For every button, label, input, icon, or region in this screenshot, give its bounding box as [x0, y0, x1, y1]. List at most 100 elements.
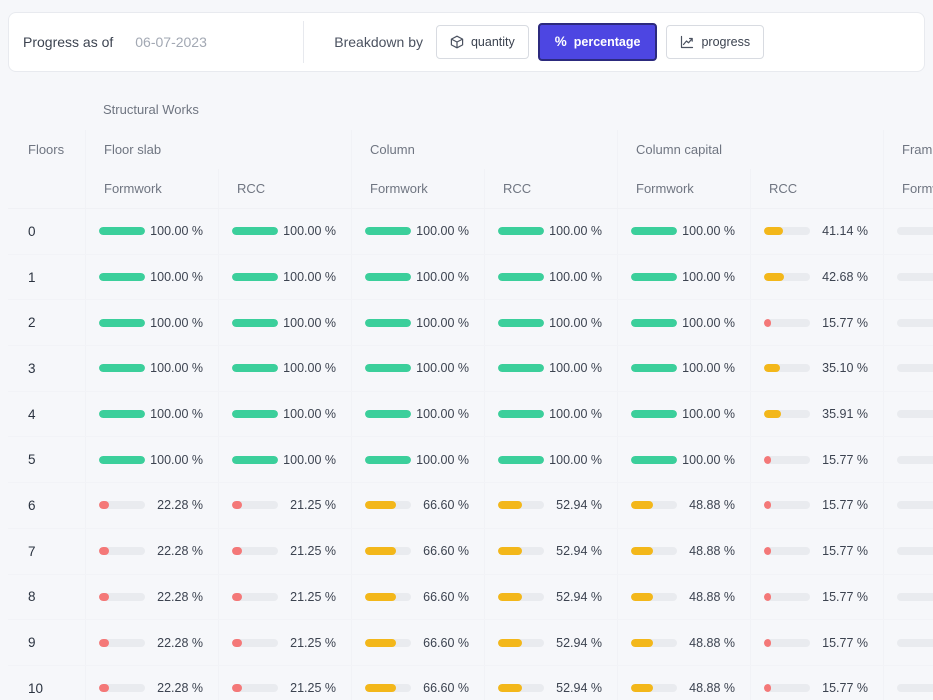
progress-bar-track: [365, 410, 411, 419]
progress-bar-track: [365, 318, 411, 327]
toolbar-button-quantity[interactable]: quantity: [435, 25, 529, 59]
progress-bar-fill: [631, 273, 677, 282]
progress-cell: 52.94 %: [484, 574, 617, 620]
progress-cell: [883, 437, 933, 483]
progress-bar-fill: [99, 501, 110, 510]
progress-cell: 52.94 %: [484, 665, 617, 700]
progress-cell: 21.25 %: [218, 620, 351, 665]
progress-bar-track: [764, 501, 810, 510]
progress-cell: 52.94 %: [484, 620, 617, 665]
progress-bar-track: [498, 318, 544, 327]
progress-bar-track: [365, 273, 411, 282]
button-label: percentage: [573, 35, 641, 49]
progress-table: Structural Works Floors Floor slab Column Co…: [8, 88, 933, 700]
progress-bar-fill: [232, 547, 242, 556]
progress-value: 21.25 %: [290, 589, 336, 604]
progress-value: 100.00 %: [283, 315, 336, 330]
progress-cell: 100.00 %: [218, 391, 351, 437]
progress-cell: 41.14 %: [750, 209, 883, 254]
progress-cell: 100.00 %: [617, 209, 750, 254]
progress-bar-fill: [232, 638, 242, 647]
toolbar-button-progress[interactable]: progress: [666, 25, 765, 59]
progress-bar-fill: [365, 592, 396, 601]
progress-bar-track: [99, 547, 145, 556]
progress-value: 100.00 %: [682, 224, 735, 239]
progress-cell: 100.00 %: [484, 346, 617, 391]
progress-bar-track: [365, 547, 411, 556]
progress-value: 100.00 %: [416, 452, 469, 467]
progress-cell: 100.00 %: [617, 437, 750, 483]
progress-bar-fill: [365, 227, 411, 236]
toolbar-divider: [303, 21, 305, 63]
progress-bar-track: [498, 364, 544, 373]
progress-bar-track: [99, 273, 145, 282]
progress-value: 100.00 %: [549, 270, 602, 285]
table-header-category-row: Floors Floor slab Column Column capital Fram…: [8, 130, 933, 169]
progress-bar-track: [764, 684, 810, 693]
floor-number: 6: [28, 497, 36, 513]
progress-bar-track: [764, 455, 810, 464]
progress-bar-fill: [99, 364, 145, 373]
progress-cell: 48.88 %: [617, 620, 750, 665]
progress-bar-track: [897, 364, 933, 373]
progress-bar-track: [764, 273, 810, 282]
progress-bar-fill: [365, 318, 411, 327]
progress-bar-track: [99, 318, 145, 327]
category-header-framing: Framing: [883, 130, 933, 169]
progress-value: 52.94 %: [556, 635, 602, 650]
sub-header-rcc: RCC: [484, 169, 617, 208]
progress-cell: 52.94 %: [484, 528, 617, 574]
floor-number: 8: [28, 589, 36, 605]
progress-bar-track: [99, 684, 145, 693]
floor-number: 9: [28, 635, 36, 651]
progress-cell: 52.94 %: [484, 483, 617, 528]
date-input[interactable]: [135, 34, 296, 50]
table-header-group-row: Structural Works: [8, 88, 933, 130]
toolbar-button-percentage[interactable]: % percentage: [537, 23, 658, 61]
progress-bar-fill: [365, 410, 411, 419]
progress-bar-fill: [631, 592, 654, 601]
progress-value: 100.00 %: [150, 270, 203, 285]
progress-bar-track: [232, 638, 278, 647]
progress-cell: 22.28 %: [85, 528, 218, 574]
progress-bar-track: [365, 684, 411, 693]
category-header-column: Column: [351, 130, 617, 169]
progress-cell: 22.28 %: [85, 483, 218, 528]
breakdown-button-group: quantity % percentage progress: [435, 23, 765, 61]
progress-bar-fill: [365, 638, 396, 647]
progress-bar-track: [232, 547, 278, 556]
progress-bar-track: [99, 592, 145, 601]
progress-bar-fill: [764, 364, 781, 373]
progress-value: 100.00 %: [150, 361, 203, 376]
progress-value: 100.00 %: [283, 224, 336, 239]
progress-value: 100.00 %: [150, 407, 203, 422]
progress-bar-fill: [764, 227, 783, 236]
progress-bar-track: [498, 684, 544, 693]
progress-value: 48.88 %: [689, 589, 735, 604]
progress-value: 22.28 %: [157, 498, 203, 513]
progress-cell: 100.00 %: [85, 391, 218, 437]
progress-bar-fill: [232, 227, 278, 236]
progress-bar-track: [631, 501, 677, 510]
progress-value: 52.94 %: [556, 544, 602, 559]
progress-bar-track: [897, 547, 933, 556]
progress-value: 35.10 %: [822, 361, 868, 376]
progress-bar-track: [365, 364, 411, 373]
category-header-column-capital: Column capital: [617, 130, 883, 169]
table-row: 0 100.00 % 100.00 % 100.00 % 100.00 % 100.00 …: [8, 209, 933, 255]
progress-cell: 100.00 %: [351, 254, 484, 300]
progress-bar-fill: [498, 318, 544, 327]
table-row: 3 100.00 % 100.00 % 100.00 % 100.00 % 100.00 …: [8, 346, 933, 392]
progress-cell: 100.00 %: [484, 254, 617, 300]
progress-cell: 22.28 %: [85, 620, 218, 665]
progress-cell: 15.77 %: [750, 574, 883, 620]
progress-bar-fill: [764, 318, 772, 327]
progress-value: 100.00 %: [549, 452, 602, 467]
progress-as-of-label: Progress as of: [23, 34, 114, 50]
progress-value: 66.60 %: [423, 498, 469, 513]
progress-cell: [883, 483, 933, 528]
progress-bar-track: [631, 455, 677, 464]
progress-cell: [883, 391, 933, 437]
progress-bar-track: [99, 455, 145, 464]
progress-value: 22.28 %: [157, 544, 203, 559]
